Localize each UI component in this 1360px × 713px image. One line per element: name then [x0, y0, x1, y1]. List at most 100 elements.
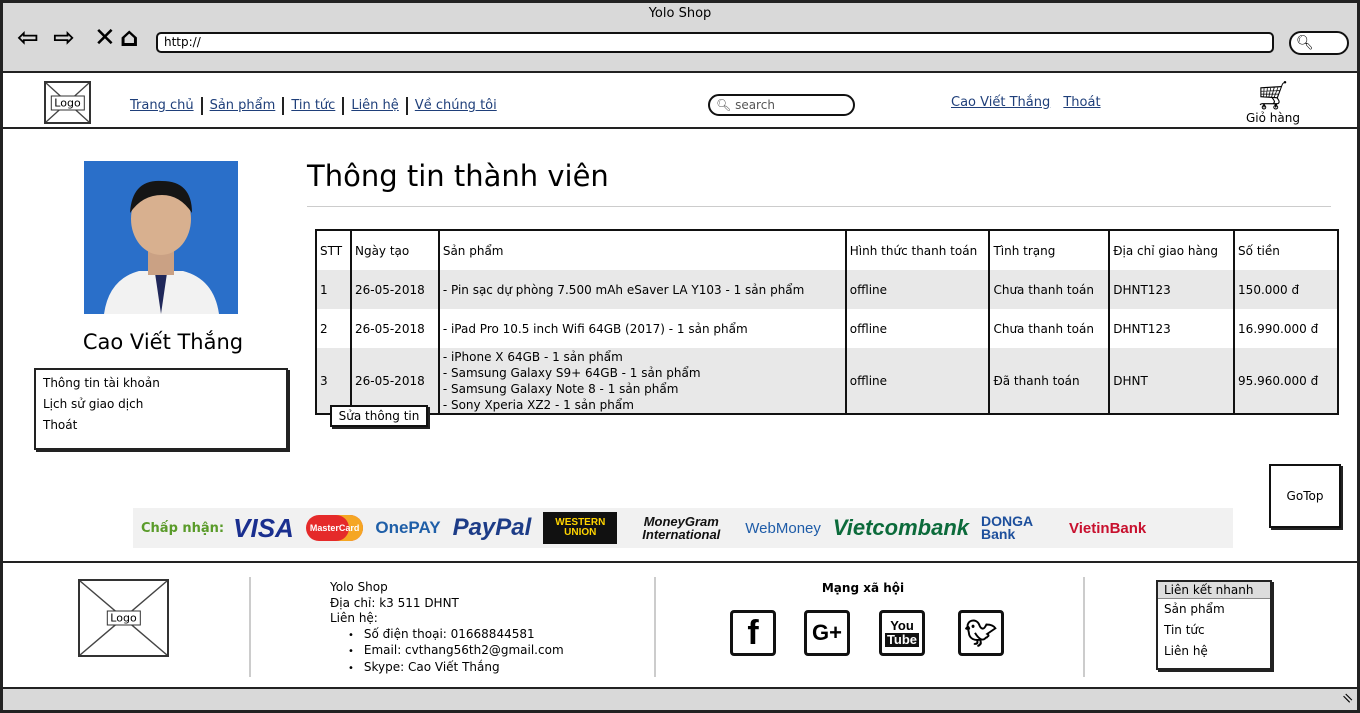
cell-amount: 150.000 đ [1234, 270, 1339, 309]
table-row: 1 26-05-2018 - Pin sạc dự phòng 7.500 mA… [316, 270, 1339, 309]
col-address: Địa chỉ giao hàng [1109, 230, 1236, 270]
browser-statusbar: ॥ [3, 687, 1357, 710]
home-icon[interactable]: ⌂ [120, 25, 139, 51]
edit-info-button[interactable]: Sửa thông tin [330, 405, 428, 427]
gotop-button[interactable]: GoTop [1269, 464, 1341, 528]
menu-logout[interactable]: Thoát [43, 415, 279, 436]
cell-payment: offline [845, 309, 991, 348]
footer-contact-label: Liên hệ: [330, 611, 378, 626]
nav-products[interactable]: Sản phẩm [203, 97, 285, 115]
cell-stt: 2 [316, 309, 352, 348]
product-line: - Samsung Galaxy S9+ 64GB - 1 sản phẩm [442, 365, 701, 380]
page-title: Thông tin thành viên [307, 159, 609, 193]
cell-status: Đã thanh toán [989, 348, 1111, 414]
cell-products: - iPhone X 64GB - 1 sản phẩm - Samsung G… [438, 348, 847, 414]
cart-icon: 🛒︎ [1255, 79, 1291, 112]
payment-label: Chấp nhận: [141, 520, 225, 536]
cell-products: - iPad Pro 10.5 inch Wifi 64GB (2017) - … [438, 309, 847, 348]
cell-payment: offline [845, 270, 991, 309]
account-menu: Thông tin tài khoản Lịch sử giao dịch Th… [34, 368, 288, 450]
vietinbank-logo: VietinBank [1069, 519, 1147, 537]
mastercard-logo: MasterCard [305, 515, 364, 541]
moneygram-logo: MoneyGram International [642, 514, 721, 542]
user-links: Cao Viết Thắng Thoát [951, 95, 1110, 110]
table-row: 3 26-05-2018 - iPhone X 64GB - 1 sản phẩ… [316, 348, 1339, 414]
twitter-icon[interactable]: 🐦︎ [958, 610, 1004, 656]
footer-shop-name: Yolo Shop [330, 580, 388, 594]
social-title: Mạng xã hội [821, 581, 905, 595]
orders-table: STT Ngày tạo Sản phẩm Hình thức thanh to… [315, 229, 1339, 415]
cell-address: DHNT123 [1109, 309, 1236, 348]
product-line: - Samsung Galaxy Note 8 - 1 sản phẩm [442, 381, 679, 396]
col-amount: Số tiền [1234, 230, 1339, 270]
resize-handle-icon[interactable]: ॥ [1337, 689, 1356, 708]
menu-transaction-history[interactable]: Lịch sử giao dịch [43, 394, 279, 415]
cell-address: DHNT123 [1109, 270, 1236, 309]
site-search-input[interactable]: 🔍︎ search [708, 94, 855, 116]
col-stt: STT [316, 230, 352, 270]
table-header-row: STT Ngày tạo Sản phẩm Hình thức thanh to… [316, 230, 1339, 270]
browser-search[interactable]: 🔍︎ [1289, 31, 1349, 55]
google-plus-icon[interactable]: G+ [804, 610, 850, 656]
footer-email: Email: cvthang56th2@gmail.com [348, 643, 564, 660]
quick-link-contact[interactable]: Liên hệ [1158, 641, 1270, 662]
browser-window: Yolo Shop ⇦ ⇨ ✕ ⌂ http:// 🔍︎ Logo Trang … [0, 0, 1360, 713]
donga-bank-logo: DONGA Bank [981, 513, 1033, 542]
quick-link-news[interactable]: Tin tức [1158, 620, 1270, 641]
facebook-icon[interactable]: f [730, 610, 776, 656]
browser-toolbar: Yolo Shop ⇦ ⇨ ✕ ⌂ http:// 🔍︎ [3, 3, 1357, 73]
cart-label: Giỏ hàng [1246, 111, 1300, 125]
footer-contact-list: Số điện thoại: 01668844581 Email: cvthan… [348, 627, 564, 677]
cell-stt: 1 [316, 270, 352, 309]
cart-button[interactable]: 🛒︎ Giỏ hàng [1243, 79, 1303, 126]
col-date: Ngày tạo [350, 230, 440, 270]
cell-amount: 16.990.000 đ [1234, 309, 1339, 348]
product-line: - Sony Xperia XZ2 - 1 sản phẩm [442, 397, 634, 412]
vietcombank-logo: Vietcombank [832, 515, 970, 540]
quick-link-products[interactable]: Sản phẩm [1158, 599, 1270, 620]
nav-home[interactable]: Trang chủ [123, 97, 203, 115]
footer-phone: Số điện thoại: 01668844581 [348, 627, 564, 644]
cell-address: DHNT [1109, 348, 1236, 414]
nav-news[interactable]: Tin tức [284, 97, 345, 115]
cell-products: - Pin sạc dự phòng 7.500 mAh eSaver LA Y… [438, 270, 847, 309]
footer-logo[interactable]: Logo [78, 579, 169, 657]
youtube-icon[interactable]: You Tube [879, 610, 925, 656]
footer-address: Địa chỉ: k3 511 DHNT [330, 595, 459, 610]
cell-status: Chưa thanh toán [989, 309, 1111, 348]
visa-logo: VISA [233, 512, 294, 543]
header-logo[interactable]: Logo [44, 81, 91, 124]
main-nav: Trang chủ Sản phẩm Tin tức Liên hệ Về ch… [123, 97, 504, 115]
quick-links: Liên kết nhanh Sản phẩm Tin tức Liên hệ [1156, 580, 1272, 670]
menu-account-info[interactable]: Thông tin tài khoản [43, 373, 279, 394]
search-placeholder: search [735, 98, 775, 112]
close-icon[interactable]: ✕ [94, 25, 116, 51]
address-bar[interactable]: http:// [156, 32, 1274, 53]
cell-date: 26-05-2018 [350, 309, 440, 348]
product-line: - iPhone X 64GB - 1 sản phẩm [442, 349, 623, 364]
forward-icon[interactable]: ⇨ [53, 25, 75, 51]
profile-name: Cao Viết Thắng [82, 330, 244, 354]
search-icon: 🔍︎ [716, 98, 732, 112]
col-products: Sản phẩm [438, 230, 847, 270]
site-footer: Logo Yolo Shop Địa chỉ: k3 511 DHNT Liên… [3, 561, 1357, 687]
footer-divider [654, 577, 656, 677]
logout-link[interactable]: Thoát [1063, 95, 1100, 110]
nav-contact[interactable]: Liên hệ [344, 97, 408, 115]
avatar [84, 161, 238, 314]
site-header: Logo Trang chủ Sản phẩm Tin tức Liên hệ … [3, 75, 1357, 129]
footer-skype: Skype: Cao Viết Thắng [348, 660, 564, 677]
footer-divider [249, 577, 251, 677]
window-title: Yolo Shop [648, 6, 712, 21]
title-divider [307, 206, 1331, 207]
nav-about[interactable]: Về chúng tôi [408, 97, 504, 115]
paypal-logo: PayPal [452, 514, 532, 541]
cell-date: 26-05-2018 [350, 270, 440, 309]
user-profile-link[interactable]: Cao Viết Thắng [951, 95, 1050, 110]
footer-divider [1083, 577, 1085, 677]
footer-contact-info: Yolo Shop Địa chỉ: k3 511 DHNT Liên hệ: … [330, 580, 564, 677]
search-icon: 🔍︎ [1296, 35, 1314, 51]
back-icon[interactable]: ⇦ [17, 25, 39, 51]
quick-links-title: Liên kết nhanh [1158, 582, 1270, 599]
col-payment: Hình thức thanh toán [845, 230, 991, 270]
